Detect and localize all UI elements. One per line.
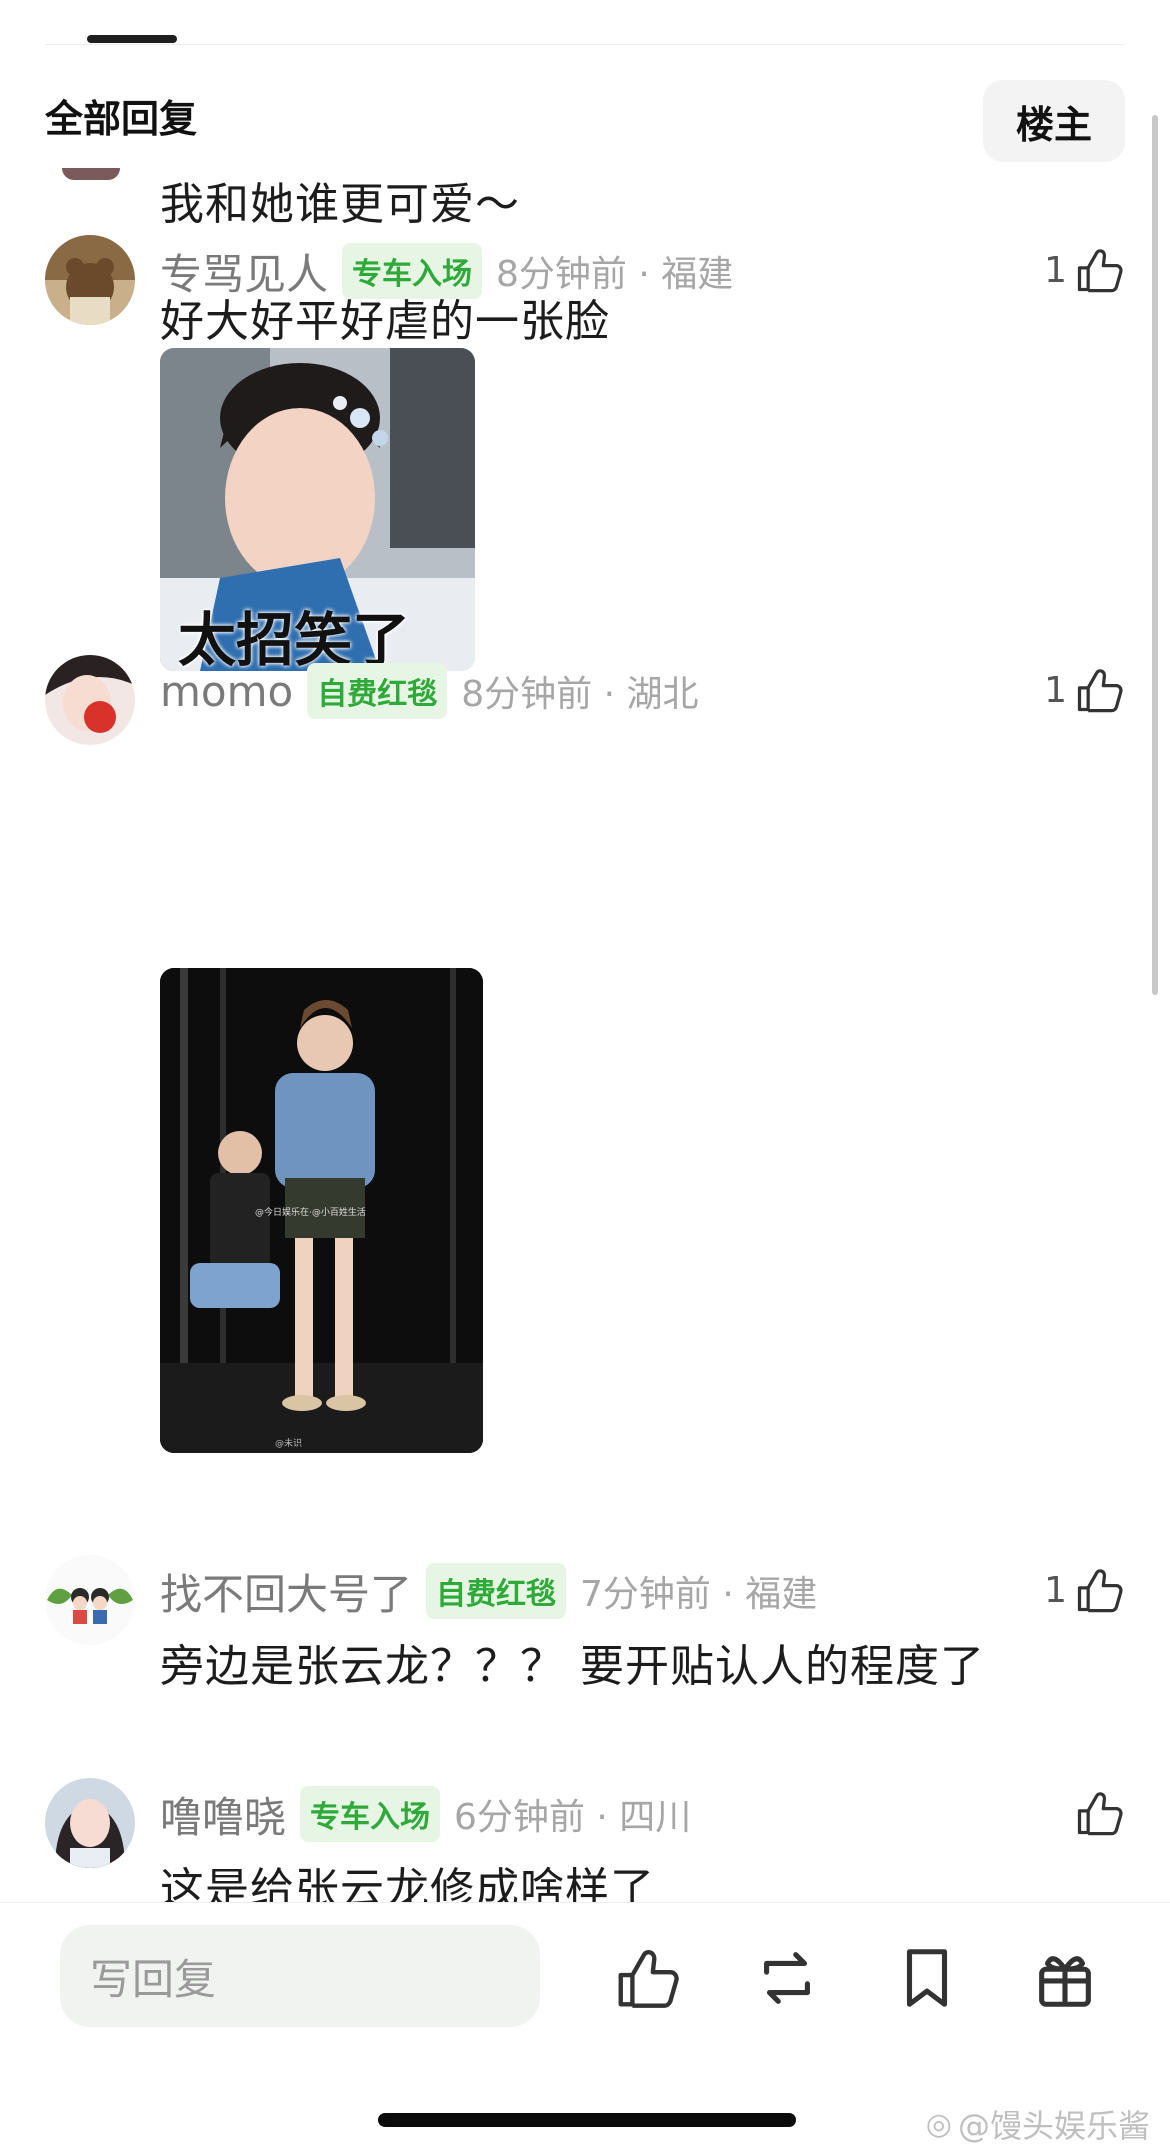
like-button[interactable] [1067,1778,1125,1848]
like-button[interactable]: 1 [1044,655,1125,725]
like-count: 1 [1044,249,1067,291]
watermark-text: @馒头娱乐酱 [957,2107,1150,2145]
like-button[interactable]: 1 [1044,1555,1125,1625]
reply-input[interactable]: 写回复 [60,1925,540,2027]
avatar[interactable] [45,235,135,325]
thumbs-up-icon[interactable] [612,1943,682,2013]
weibo-icon: ◎ [925,2106,952,2142]
comment-meta: 找不回大号了 自费红毯 7分钟前 · 福建 [160,1563,817,1619]
divider [45,44,1125,45]
avatar[interactable] [62,168,120,180]
all-replies-title: 全部回复 [45,97,198,141]
thumbs-up-icon [1077,669,1123,713]
like-count: 1 [1044,669,1067,711]
top-tab-bar [45,35,1125,45]
active-tab-indicator [87,35,177,43]
user-badge: 自费红毯 [426,1563,567,1619]
avatar[interactable] [45,1555,135,1645]
home-indicator[interactable] [378,2113,796,2127]
comment-meta: 噜噜晓 专车入场 6分钟前 · 四川 [160,1786,691,1842]
comment-item: momo 自费红毯 8分钟前 · 湖北 1 @今日娱乐在·@小百姓生活 @未识 [45,655,1125,1453]
comment-image[interactable]: @今日娱乐在·@小百姓生活 @未识 [160,968,483,1453]
user-badge: 自费红毯 [307,663,448,719]
username[interactable]: momo [160,667,293,716]
scrollbar[interactable] [1152,115,1158,995]
image-watermark: @未识 [275,1439,303,1449]
repost-icon[interactable] [752,1943,822,2013]
op-filter-button[interactable]: 楼主 [983,80,1125,162]
avatar[interactable] [45,655,135,745]
thumbs-up-icon [1077,249,1123,293]
gift-icon[interactable] [1030,1943,1100,2013]
username[interactable]: 噜噜晓 [160,1784,286,1845]
user-badge: 专车入场 [300,1786,441,1842]
comment-image[interactable]: 太招笑了 [160,348,475,671]
comment-item: 专骂见人 专车入场 8分钟前 · 福建 1 好大好平好虐的一张脸 太招笑了 [45,235,1125,671]
timestamp-location: 8分钟前 · 湖北 [461,674,699,715]
bottom-action-bar: 写回复 ◎ @馒头娱乐酱 [0,1902,1170,2152]
comment-item: 找不回大号了 自费红毯 7分钟前 · 福建 1 旁边是张云龙？？？ 要开贴认人的… [45,1555,1125,1692]
avatar[interactable] [45,1778,135,1868]
timestamp-location: 7分钟前 · 福建 [580,1574,818,1615]
thumbs-up-icon [1077,1792,1123,1836]
comment-text: 旁边是张云龙？？？ 要开贴认人的程度了 [160,1641,985,1692]
username[interactable]: 找不回大号了 [160,1561,412,1622]
watermark: ◎ @馒头娱乐酱 [926,2101,1150,2147]
comment-meta: momo 自费红毯 8分钟前 · 湖北 [160,663,698,719]
like-count: 1 [1044,1569,1067,1611]
timestamp-location: 6分钟前 · 四川 [454,1797,692,1838]
thumbs-up-icon [1077,1569,1123,1613]
comment-text: 我和她谁更可爱～ [160,179,520,230]
bookmark-icon[interactable] [892,1943,962,2013]
image-watermark: @今日娱乐在·@小百姓生活 [255,1208,366,1218]
replies-header: 全部回复 楼主 [45,80,1125,162]
comment-text: 好大好平好虐的一张脸 [160,296,610,347]
comment-item: 噜噜晓 专车入场 6分钟前 · 四川 这是给张云龙修成啥样了 [45,1778,1125,1915]
like-button[interactable]: 1 [1044,235,1125,305]
